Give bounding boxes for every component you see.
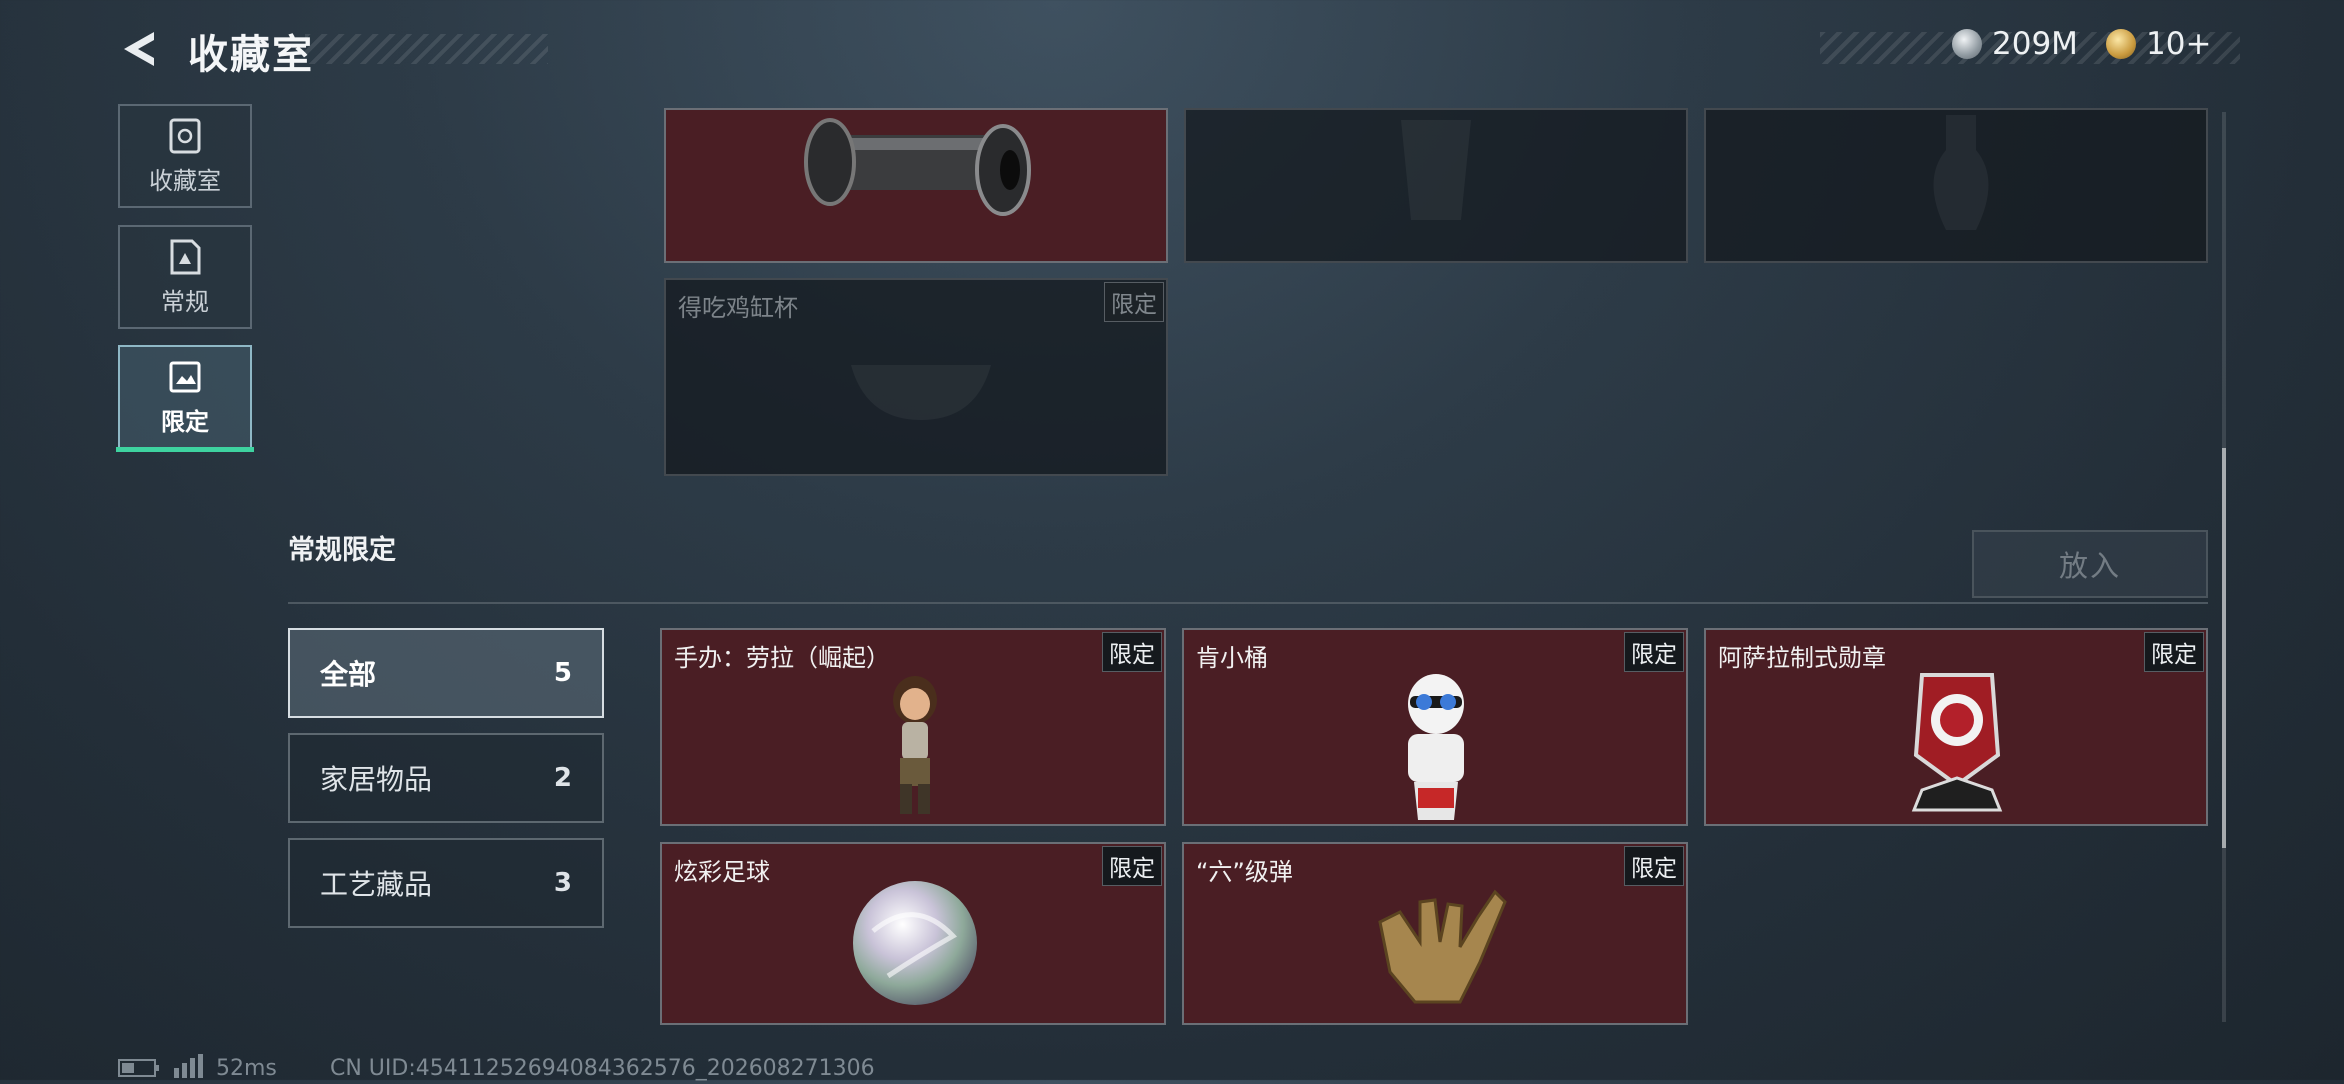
filter-label: 全部 <box>320 658 377 691</box>
nav-item-regular[interactable]: 常规 <box>118 225 252 329</box>
filter-count: 5 <box>553 658 572 688</box>
iridescent-ball-item <box>853 881 977 1005</box>
vase-item <box>1933 115 1989 230</box>
item-card-medal[interactable]: 阿萨拉制式勋章 限定 <box>1704 628 2208 826</box>
vault-icon <box>169 118 201 153</box>
title-decoration <box>305 34 548 64</box>
scrollbar-thumb[interactable] <box>2222 448 2226 848</box>
page-title: 收藏室 <box>188 32 314 78</box>
nav-active-indicator <box>116 447 254 452</box>
item-card-ball[interactable]: 炫彩足球 限定 <box>660 842 1166 1025</box>
uid-text: CN UID:45411252694084362576_202608271306 <box>330 1056 875 1081</box>
medal-item <box>1911 673 2003 812</box>
silver-coin-icon <box>1952 29 1982 59</box>
ping-value: 52ms <box>216 1056 277 1081</box>
limited-tag: 限定 <box>1624 846 1684 886</box>
item-card-hand[interactable]: “六”级弹 限定 <box>1182 842 1688 1025</box>
nav-item-collection-room[interactable]: 收藏室 <box>118 104 252 208</box>
lara-figure-item <box>893 676 937 814</box>
item-card[interactable]: 得吃鸡缸杯 限定 <box>664 278 1168 476</box>
item-card-lara[interactable]: 手办：劳拉（崛起） 限定 <box>660 628 1166 826</box>
filter-count: 2 <box>553 763 572 793</box>
item-card[interactable] <box>1184 108 1688 263</box>
currency-gold-amount: 10+ <box>2146 26 2212 62</box>
golden-hand-item <box>1378 889 1507 1004</box>
limited-tag: 限定 <box>2144 632 2204 672</box>
item-name: 阿萨拉制式勋章 <box>1718 644 1886 672</box>
limited-tag: 限定 <box>1104 282 1164 322</box>
item-card-kfc[interactable]: 肯小桶 限定 <box>1182 628 1688 826</box>
nav-item-label: 限定 <box>161 407 209 436</box>
filter-crafts[interactable]: 工艺藏品 3 <box>288 838 604 928</box>
item-name: “六”级弹 <box>1196 858 1293 886</box>
filter-all[interactable]: 全部 5 <box>288 628 604 718</box>
nav-item-label: 收藏室 <box>149 166 221 195</box>
filter-household[interactable]: 家居物品 2 <box>288 733 604 823</box>
nav-item-label: 常规 <box>161 287 209 316</box>
section-divider <box>288 602 2208 604</box>
battery-icon <box>118 1058 160 1084</box>
put-in-button[interactable]: 放入 <box>1972 530 2208 598</box>
gold-medal-icon <box>2106 29 2136 59</box>
bucket-item <box>1401 120 1471 220</box>
limited-tag: 限定 <box>1102 632 1162 672</box>
back-arrow-icon <box>124 32 154 66</box>
limited-image-icon <box>169 361 201 392</box>
limited-tag: 限定 <box>1102 846 1162 886</box>
rolling-pin-item <box>804 118 1031 216</box>
item-name: 炫彩足球 <box>674 858 770 886</box>
item-name: 得吃鸡缸杯 <box>678 294 798 322</box>
kfc-figure-item <box>1408 674 1464 820</box>
currency-gold[interactable]: 10+ <box>2106 26 2211 62</box>
item-name: 手办：劳拉（崛起） <box>674 644 890 672</box>
filter-label: 工艺藏品 <box>320 868 433 901</box>
filter-label: 家居物品 <box>320 763 433 796</box>
filter-count: 3 <box>553 868 572 898</box>
nav-item-limited[interactable]: 限定 <box>118 345 252 449</box>
back-button[interactable] <box>118 28 160 70</box>
document-icon <box>170 239 201 274</box>
item-name: 肯小桶 <box>1196 644 1268 672</box>
section-title: 常规限定 <box>288 535 396 566</box>
bowl-item <box>851 365 991 420</box>
item-card[interactable] <box>1704 108 2208 263</box>
item-card[interactable] <box>664 108 1168 263</box>
limited-tag: 限定 <box>1624 632 1684 672</box>
currency-silver[interactable]: 209M <box>1952 26 2078 62</box>
currency-silver-amount: 209M <box>1992 26 2078 62</box>
